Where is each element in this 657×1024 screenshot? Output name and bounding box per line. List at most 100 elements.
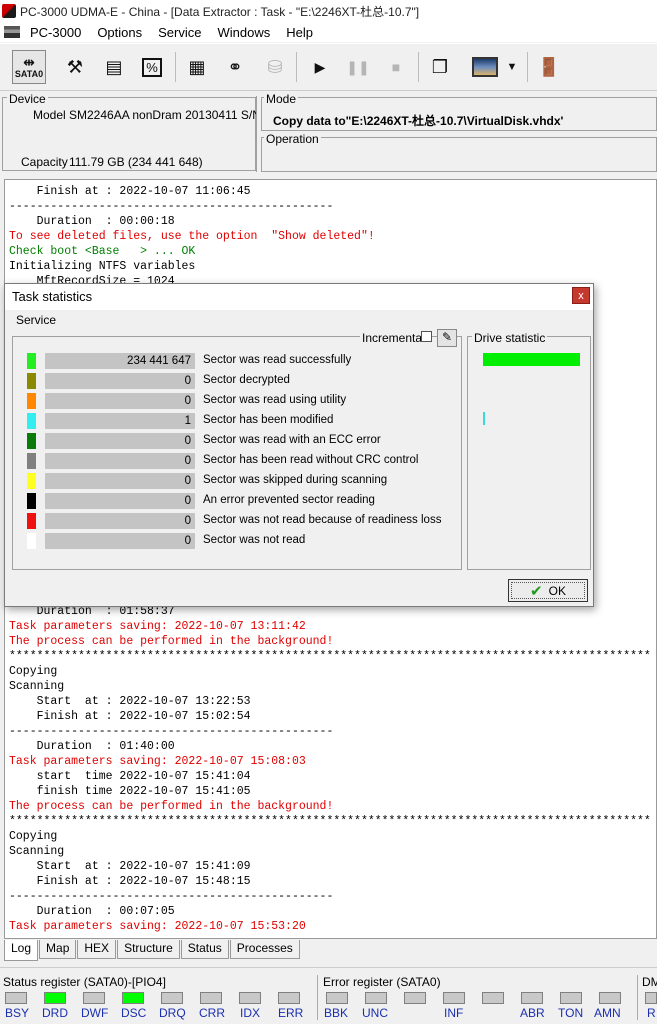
led-err-label: ERR [278, 1006, 304, 1020]
stat-swatch [27, 473, 36, 489]
incremental-label: Incremental [360, 331, 427, 345]
operation-panel: Operation [261, 132, 657, 172]
title-bar: PC-3000 UDMA-E - China - [Data Extractor… [0, 0, 657, 22]
tab-status[interactable]: Status [180, 940, 229, 959]
percent-chip-button[interactable]: % [135, 50, 169, 84]
led-amn [599, 992, 621, 1004]
monitor-dropdown[interactable]: ▼ [500, 50, 524, 84]
dma-register-title: DM [642, 975, 657, 989]
stat-value: 0 [45, 533, 195, 549]
tab-hex[interactable]: HEX [77, 940, 117, 959]
status-divider [637, 975, 638, 1020]
exit-button[interactable]: 🚪 [532, 50, 566, 84]
stat-swatch [27, 453, 36, 469]
mode-panel-title: Mode [264, 92, 299, 106]
menu-bar: PC-3000 Options Service Windows Help [0, 22, 657, 42]
led-bsy-label: BSY [5, 1006, 30, 1020]
error-register: Error register (SATA0) BBK UNC INF ABR T… [320, 975, 636, 1024]
menu-options[interactable]: Options [89, 25, 150, 40]
log-line: The process can be performed in the back… [9, 635, 334, 648]
database-button[interactable]: ▦ [180, 50, 214, 84]
disk-button[interactable]: ⛁ [258, 50, 292, 84]
led-bbk-label: BBK [324, 1006, 349, 1020]
dropdown-arrow-icon: ▼ [506, 61, 518, 73]
led-abr-label: ABR [520, 1006, 545, 1020]
close-icon[interactable]: x [572, 287, 590, 304]
log-line: Task parameters saving: 2022-10-07 15:08… [9, 755, 306, 768]
stat-value: 0 [45, 473, 195, 489]
led-drq-label: DRQ [159, 1006, 186, 1020]
stat-row-readiness-loss: 0 Sector was not read because of readine… [13, 513, 453, 529]
status-register-title: Status register (SATA0)-[PIO4] [3, 975, 166, 989]
log-line: To see deleted files, use the option "Sh… [9, 230, 375, 243]
pcb-chip-button[interactable]: ▤ [97, 50, 131, 84]
stat-swatch [27, 373, 36, 389]
windows-button[interactable]: ❐ [423, 50, 457, 84]
search-button[interactable]: ⚭ [218, 50, 252, 84]
tab-log[interactable]: Log [4, 940, 39, 961]
toolbar: ⇹ SATA0 ⚒ ▤ % ▦ ⚭ ⛁ ▶ ❚❚ ■ ❐ ▼ 🚪 [0, 43, 657, 91]
pause-button[interactable]: ❚❚ [341, 50, 375, 84]
led-inf-label: INF [444, 1006, 464, 1020]
led-crr-label: CRR [199, 1006, 225, 1020]
stop-button[interactable]: ■ [379, 50, 413, 84]
menu-service[interactable]: Service [150, 25, 209, 40]
binoculars-icon: ⚭ [227, 56, 243, 77]
stat-value: 0 [45, 513, 195, 529]
log-line: ****************************************… [9, 650, 651, 663]
stat-label: An error prevented sector reading [203, 494, 375, 506]
led-inf [443, 992, 465, 1004]
model-value: SM2246AA nonDram 20130411 S/N:0 [69, 108, 271, 122]
log-line: Duration : 00:07:05 [9, 905, 175, 918]
sata-port-button[interactable]: ⇹ SATA0 [12, 50, 46, 84]
ok-button[interactable]: ✔ OK [508, 579, 588, 602]
stat-row-no-crc: 0 Sector has been read without CRC contr… [13, 453, 453, 469]
status-register: Status register (SATA0)-[PIO4] BSY DRD D… [0, 975, 316, 1024]
monitor-button[interactable] [468, 50, 502, 84]
stat-row-modified: 1 Sector has been modified [13, 413, 453, 429]
statistics-panel: Incremental ✎ 234 441 647 Sector was rea… [12, 329, 462, 570]
led-drq [161, 992, 183, 1004]
bottom-tabs: Log Map HEX Structure Status Processes [4, 940, 301, 961]
exit-icon: 🚪 [537, 56, 561, 77]
stat-label: Sector was skipped during scanning [203, 474, 388, 486]
log-line: ----------------------------------------… [9, 725, 334, 738]
log-line: ----------------------------------------… [9, 200, 334, 213]
stat-row-skipped: 0 Sector was skipped during scanning [13, 473, 453, 489]
menu-help[interactable]: Help [278, 25, 321, 40]
stat-swatch [27, 433, 36, 449]
incremental-checkbox[interactable] [421, 331, 432, 342]
ok-button-label: OK [548, 583, 566, 598]
capacity-value: 111.79 GB (234 441 648) [69, 155, 203, 169]
play-icon: ▶ [314, 58, 326, 75]
menu-pc3000[interactable]: PC-3000 [22, 25, 89, 40]
led-unc-label: UNC [362, 1006, 388, 1020]
stat-label: Sector was not read because of readiness… [203, 514, 442, 526]
tab-processes[interactable]: Processes [229, 940, 300, 959]
tab-structure[interactable]: Structure [117, 940, 180, 959]
tools-button[interactable]: ⚒ [58, 50, 92, 84]
log-line: Finish at : 2022-10-07 11:06:45 [9, 185, 251, 198]
stat-row-not-read: 0 Sector was not read [13, 533, 453, 549]
log-line: start time 2022-10-07 15:41:04 [9, 770, 251, 783]
tab-map[interactable]: Map [39, 940, 77, 959]
stat-swatch [27, 413, 36, 429]
dialog-menu-service[interactable]: Service [16, 313, 56, 327]
app-menu-icon[interactable] [4, 26, 20, 38]
toolbar-separator [175, 52, 176, 82]
play-button[interactable]: ▶ [303, 50, 337, 84]
log-line: Start at : 2022-10-07 13:22:53 [9, 695, 251, 708]
stat-row-read-using-utility: 0 Sector was read using utility [13, 393, 453, 409]
sata-port-icon: ⇹ [23, 54, 35, 70]
capacity-label: Capacity [21, 155, 68, 169]
disk-icon: ⛁ [267, 56, 283, 77]
led-dsc [122, 992, 144, 1004]
brush-icon[interactable]: ✎ [437, 329, 457, 347]
stat-swatch [27, 493, 36, 509]
led-dwf-label: DWF [81, 1006, 109, 1020]
led-dma-label: R [647, 1006, 656, 1020]
menu-windows[interactable]: Windows [209, 25, 278, 40]
led-drd [44, 992, 66, 1004]
stat-row-error-prevented: 0 An error prevented sector reading [13, 493, 453, 509]
led-ton [560, 992, 582, 1004]
